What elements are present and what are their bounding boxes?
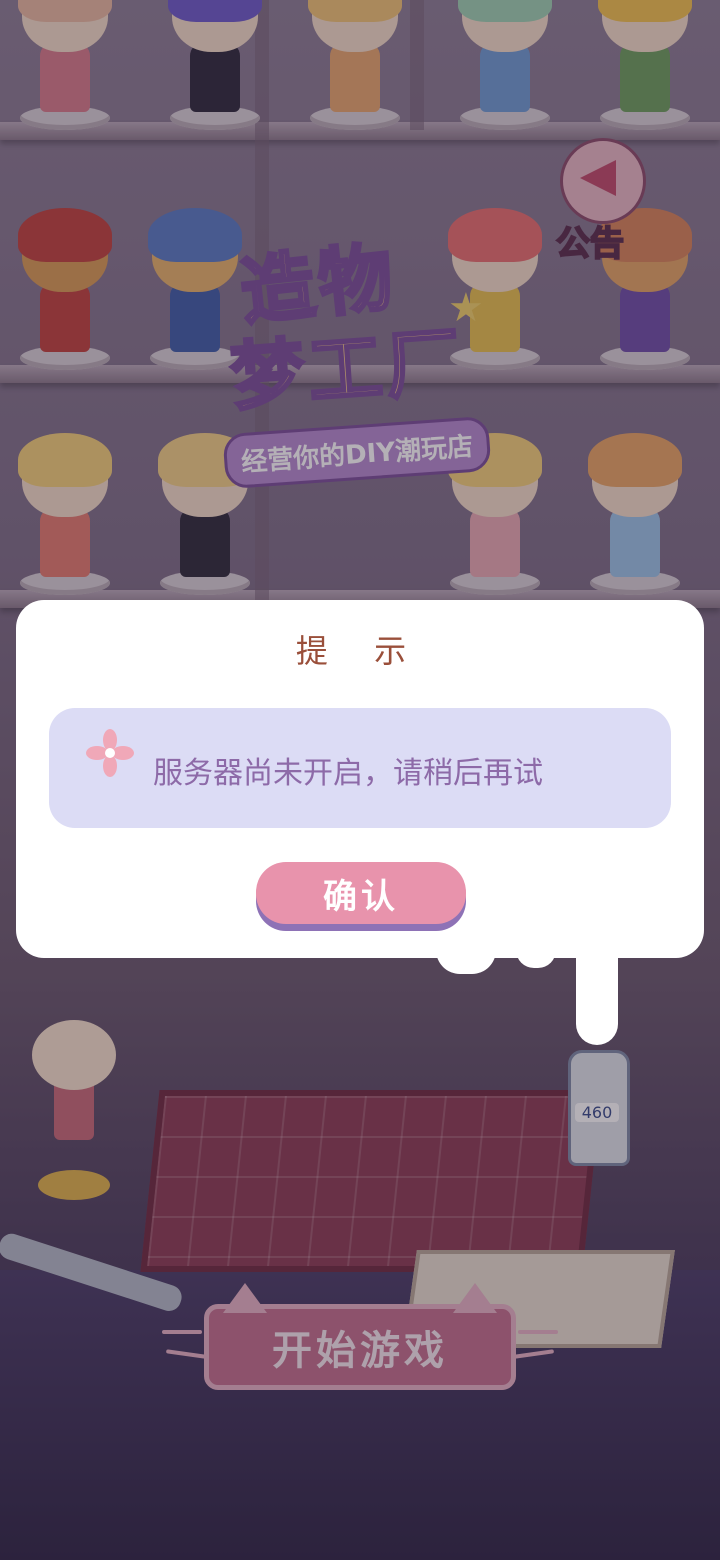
flower-icon xyxy=(86,729,134,777)
alert-dialog: 提 示 服务器尚未开启，请稍后再试 确认 xyxy=(16,600,704,1045)
dialog-drip xyxy=(576,950,618,1045)
confirm-label: 确认 xyxy=(323,876,399,917)
dialog-title: 提 示 xyxy=(295,632,425,670)
message-box: 服务器尚未开启，请稍后再试 xyxy=(49,708,671,828)
message-text: 服务器尚未开启，请稍后再试 xyxy=(153,756,543,791)
confirm-button[interactable]: 确认 xyxy=(256,862,466,924)
